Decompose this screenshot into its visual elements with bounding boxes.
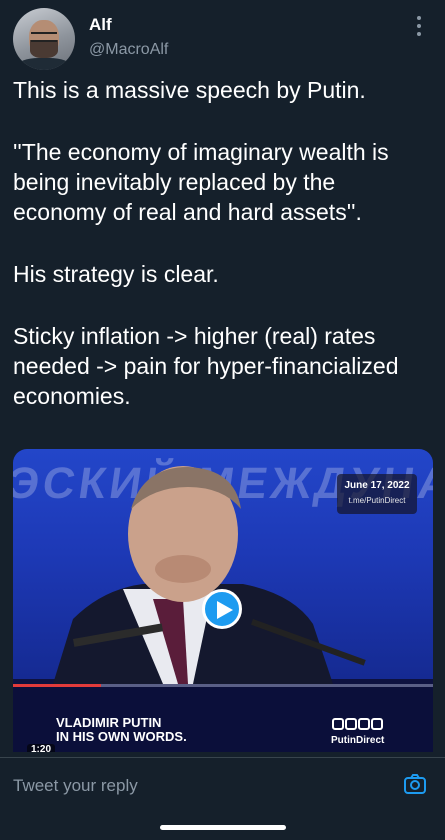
video-caption-line1: VLADIMIR PUTIN	[56, 715, 162, 730]
social-icons	[332, 717, 396, 731]
more-icon[interactable]	[416, 16, 422, 40]
tweet-paragraph: His strategy is clear.	[13, 261, 219, 287]
camera-icon[interactable]	[403, 772, 427, 796]
reply-input[interactable]: Tweet your reply	[13, 776, 138, 796]
video-caption-line2: IN HIS OWN WORDS.	[56, 729, 187, 744]
tweet-paragraph: Sticky inflation -> higher (real) rates …	[13, 323, 399, 409]
video-date: June 17, 2022	[344, 480, 410, 491]
video-progress-fill	[13, 684, 102, 687]
tweet-text: This is a massive speech by Putin. ''The…	[13, 75, 433, 411]
play-button[interactable]	[202, 589, 242, 629]
video-channel: t.me/PutinDirect	[348, 496, 406, 505]
video-player[interactable]: ЭСКИЙ МЕЖДУНАРОДНЫЙ June 17, 2022 t.me/P…	[13, 449, 433, 752]
reply-bar: Tweet your reply	[0, 757, 445, 840]
video-brand: PutinDirect	[331, 735, 385, 746]
video-caption: VLADIMIR PUTIN IN HIS OWN WORDS.	[56, 716, 187, 744]
avatar[interactable]	[13, 8, 75, 70]
tweet-paragraph: ''The economy of imaginary wealth is bei…	[13, 139, 389, 225]
author-handle[interactable]: @MacroAlf	[89, 41, 168, 59]
tweet-header: Alf @MacroAlf	[0, 0, 445, 70]
author-name[interactable]: Alf	[89, 15, 112, 35]
tweet-paragraph: This is a massive speech by Putin.	[13, 77, 366, 103]
video-duration: 1:20	[27, 744, 56, 752]
video-date-overlay: June 17, 2022 t.me/PutinDirect	[337, 474, 417, 514]
home-indicator[interactable]	[160, 825, 286, 830]
play-icon	[217, 601, 233, 619]
